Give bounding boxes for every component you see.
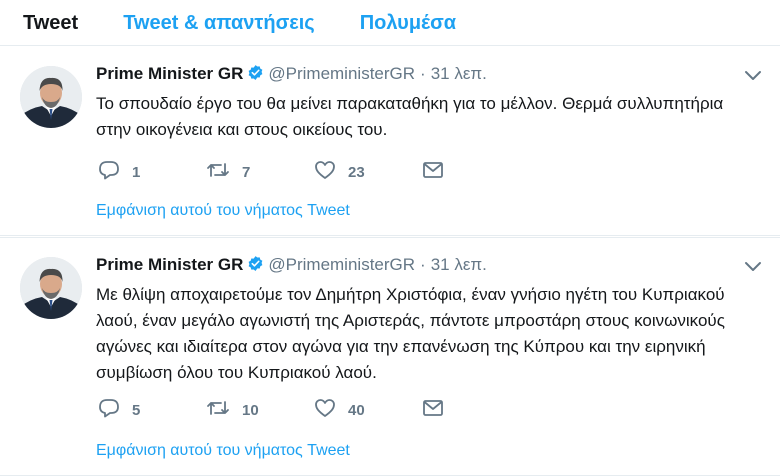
verified-badge-icon [247, 255, 264, 277]
reply-icon [98, 398, 132, 422]
tab-tweets[interactable]: Tweet [23, 0, 78, 46]
show-thread-link[interactable]: Εμφάνιση αυτού του νήματος Tweet [96, 442, 350, 460]
retweet-count: 10 [242, 401, 259, 419]
chevron-down-icon[interactable] [744, 260, 762, 278]
tweet[interactable]: Prime Minister GR @PrimeministerGR · 31 λεπ… [0, 47, 780, 236]
retweet-count: 7 [242, 163, 251, 181]
tweet-timestamp[interactable]: 31 λεπ. [431, 64, 487, 83]
tweet-actions: 5 10 40 [98, 398, 456, 422]
separator: · [420, 64, 426, 83]
reply-icon [98, 160, 132, 184]
direct-message-button[interactable] [422, 160, 456, 184]
author-handle[interactable]: @PrimeministerGR [268, 64, 415, 83]
verified-badge-icon [247, 64, 264, 86]
like-count: 40 [348, 401, 365, 419]
reply-button[interactable]: 5 [98, 398, 206, 422]
heart-icon [314, 160, 348, 184]
avatar[interactable] [20, 66, 82, 128]
chevron-down-icon[interactable] [744, 69, 762, 87]
retweet-icon [206, 160, 242, 184]
like-count: 23 [348, 163, 365, 181]
retweet-icon [206, 398, 242, 422]
reply-button[interactable]: 1 [98, 160, 206, 184]
tweet-timestamp[interactable]: 31 λεπ. [431, 255, 487, 274]
direct-message-icon [422, 398, 456, 422]
tweet-text: Το σπουδαίο έργο του θα μείνει παρακαταθ… [96, 94, 724, 139]
tab-tweets-and-replies[interactable]: Tweet & απαντήσεις [123, 0, 315, 46]
reply-count: 1 [132, 163, 141, 181]
author-handle[interactable]: @PrimeministerGR [268, 255, 415, 274]
retweet-button[interactable]: 7 [206, 160, 314, 184]
tab-media[interactable]: Πολυμέσα [360, 0, 456, 46]
author-name[interactable]: Prime Minister GR [96, 64, 243, 83]
profile-timeline: Tweet Tweet & απαντήσεις Πολυμέσα Prime … [0, 0, 780, 476]
direct-message-button[interactable] [422, 398, 456, 422]
tweet-text: Με θλίψη αποχαιρετούμε τον Δημήτρη Χριστ… [96, 285, 725, 382]
heart-icon [314, 398, 348, 422]
author-name[interactable]: Prime Minister GR [96, 255, 243, 274]
tweet-header: Prime Minister GR @PrimeministerGR · 31 λεπ… [96, 64, 487, 86]
direct-message-icon [422, 160, 456, 184]
profile-tabs: Tweet Tweet & απαντήσεις Πολυμέσα [0, 0, 780, 46]
tweet-header: Prime Minister GR @PrimeministerGR · 31 λεπ… [96, 255, 487, 277]
retweet-button[interactable]: 10 [206, 398, 314, 422]
separator: · [420, 255, 426, 274]
avatar[interactable] [20, 257, 82, 319]
tweet-actions: 1 7 23 [98, 160, 456, 184]
show-thread-link[interactable]: Εμφάνιση αυτού του νήματος Tweet [96, 202, 350, 220]
like-button[interactable]: 40 [314, 398, 422, 422]
reply-count: 5 [132, 401, 141, 419]
tweet[interactable]: Prime Minister GR @PrimeministerGR · 31 λεπ… [0, 237, 780, 476]
like-button[interactable]: 23 [314, 160, 422, 184]
